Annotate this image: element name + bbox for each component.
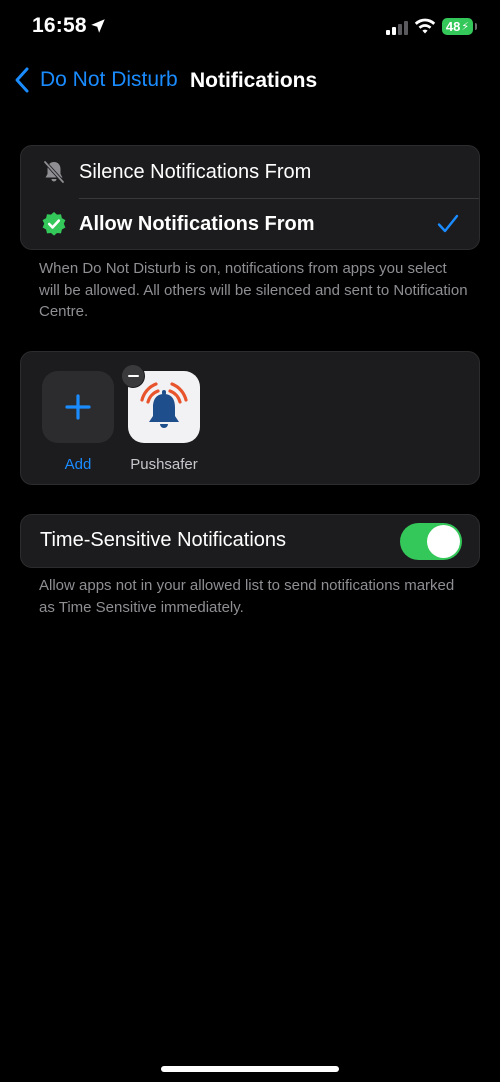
back-button[interactable]: Do Not Disturb	[14, 66, 178, 94]
notification-mode-group: Silence Notifications From Allow Notific…	[20, 145, 480, 250]
add-app-label: Add	[64, 456, 92, 473]
time-sensitive-toggle[interactable]	[400, 523, 462, 560]
plus-icon	[65, 394, 91, 420]
screen: 16:58 48⚡ Do Not Disturb Notifications	[0, 0, 500, 1082]
add-app-tile[interactable]	[42, 371, 114, 443]
remove-app-button[interactable]	[121, 364, 145, 388]
status-time: 16:58	[32, 14, 87, 37]
app-name-label: Pushsafer	[130, 456, 198, 473]
checkmark-icon	[437, 214, 459, 233]
allow-option-label: Allow Notifications From	[79, 212, 315, 235]
battery-percent: 48	[445, 19, 461, 34]
allowed-apps-group: Add Pushsafer	[20, 351, 480, 485]
home-indicator[interactable]	[161, 1066, 339, 1072]
allow-notifications-footnote: When Do Not Disturb is on, notifications…	[39, 260, 468, 320]
time-sensitive-footnote: Allow apps not in your allowed list to s…	[39, 577, 455, 616]
page-title: Notifications	[190, 69, 318, 92]
silence-option-label: Silence Notifications From	[79, 160, 312, 183]
charging-bolt-icon: ⚡	[461, 21, 470, 33]
battery-icon: 48 ⚡	[442, 18, 477, 35]
nav-bar: Do Not Disturb Notifications	[0, 60, 500, 104]
chevron-left-icon	[15, 67, 29, 93]
time-sensitive-label: Time-Sensitive Notifications	[40, 529, 287, 551]
verified-badge-icon	[42, 212, 66, 236]
bell-slash-icon	[43, 160, 65, 184]
add-app-button[interactable]: Add	[42, 371, 114, 473]
allow-notifications-option[interactable]: Allow Notifications From	[21, 198, 479, 249]
minus-icon	[127, 375, 139, 377]
toggle-knob	[427, 525, 460, 558]
wifi-icon	[414, 18, 436, 34]
location-arrow-icon	[91, 19, 105, 33]
allowed-app-pushsafer[interactable]: Pushsafer	[121, 364, 200, 473]
silence-notifications-option[interactable]: Silence Notifications From	[21, 146, 479, 198]
status-bar: 16:58 48 ⚡	[0, 0, 500, 56]
signal-icon	[386, 21, 408, 35]
time-sensitive-group: Time-Sensitive Notifications	[20, 514, 480, 568]
back-label: Do Not Disturb	[40, 68, 178, 91]
